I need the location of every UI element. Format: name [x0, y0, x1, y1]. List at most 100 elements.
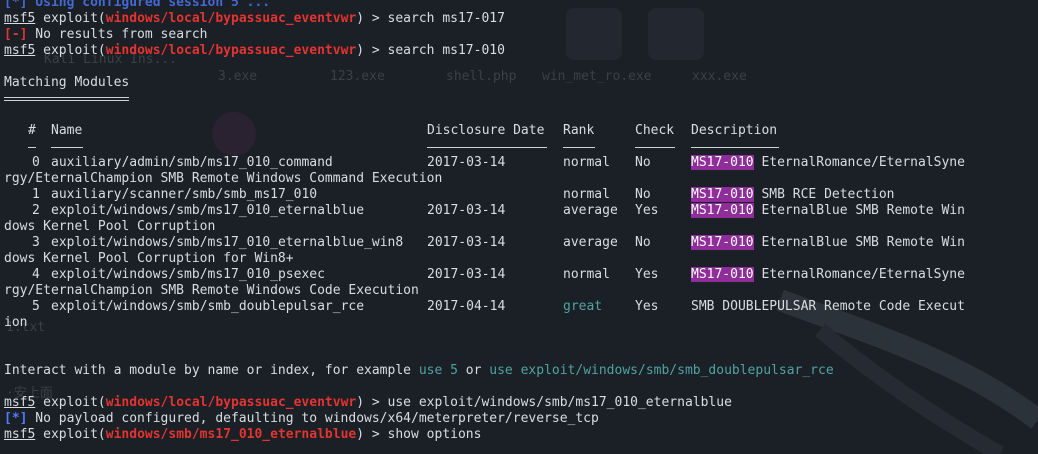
table-row: 3 exploit/windows/smb/ms17_010_eternalblu…	[4, 235, 1038, 251]
cell-num: 2	[32, 203, 40, 218]
description-wrap-text: rgy/EternalChampion SMB Remote Windows C…	[4, 171, 443, 186]
header-rule	[635, 147, 675, 148]
cell-date: 2017-04-14	[427, 299, 506, 314]
section-title-underline	[4, 91, 1038, 107]
cell-name: auxiliary/admin/smb/ms17_010_command	[51, 155, 333, 170]
prompt-line-current[interactable]: msf5 exploit(windows/smb/ms17_010_eterna…	[4, 427, 1038, 443]
cell-description: MS17-010 EternalRomance/EternalSyne	[691, 155, 965, 171]
cell-description: MS17-010 EternalRomance/EternalSyne	[691, 267, 965, 283]
prompt-exploit-word: exploit(	[43, 11, 106, 26]
cell-check: Yes	[635, 299, 659, 314]
table-header: # Name Disclosure Date Rank Check Descri…	[4, 123, 1038, 139]
cell-date: 2017-03-14	[427, 235, 506, 250]
cell-num: 5	[32, 299, 40, 314]
description-text: EternalBlue SMB Remote Win	[753, 235, 965, 250]
description-wrap-text: rgy/EternalChampion SMB Remote Windows C…	[4, 283, 419, 298]
table-row: 4 exploit/windows/smb/ms17_010_psexec 2017…	[4, 267, 1038, 283]
cell-rank: normal	[563, 187, 610, 202]
prompt-module-path: windows/local/bypassuac_eventvwr	[105, 395, 357, 410]
info-line: [*] No payload configured, defaulting to…	[4, 411, 1038, 427]
description-wrap-text: dows Kernel Pool Corruption	[4, 219, 216, 234]
cell-date: 2017-03-14	[427, 267, 506, 282]
msf-prompt-label: msf5	[4, 427, 36, 442]
terminal-output: [*] Using configured session 5 ... msf5 …	[4, 0, 1038, 443]
search-match-highlight: MS17-010	[691, 267, 754, 282]
command-input-text[interactable]: show options	[388, 427, 482, 442]
description-wrap-text: dows Kernel Pool Corruption for Win8+	[4, 251, 294, 266]
table-row-wrap: ion	[4, 315, 1038, 331]
interact-hint-use-full: use exploit/windows/smb/smb_doublepulsar…	[489, 363, 834, 378]
header-rule	[51, 147, 83, 148]
cell-check: Yes	[635, 203, 659, 218]
prompt-close: ) >	[356, 395, 388, 410]
command-text: search ms17-010	[387, 43, 505, 58]
cell-check: Yes	[635, 267, 659, 282]
search-match-highlight: MS17-010	[691, 187, 754, 202]
table-row-wrap: dows Kernel Pool Corruption for Win8+	[4, 251, 1038, 267]
header-name: Name	[51, 123, 83, 138]
info-text: No payload configured, defaulting to win…	[27, 411, 599, 426]
header-rule	[427, 147, 547, 148]
output-line-partial: [*] Using configured session 5 ...	[4, 0, 1038, 11]
search-match-highlight: MS17-010	[691, 235, 754, 250]
prompt-line: msf5 exploit(windows/local/bypassuac_eve…	[4, 395, 1038, 411]
cell-date: 2017-03-14	[427, 155, 506, 170]
header-rank: Rank	[563, 123, 595, 138]
prompt-exploit-word: exploit(	[43, 427, 106, 442]
header-description: Description	[691, 123, 778, 138]
cell-num: 3	[32, 235, 40, 250]
partial-line-text: [*] Using configured session 5 ...	[4, 0, 271, 10]
prompt-line: msf5 exploit(windows/local/bypassuac_eve…	[4, 43, 1038, 59]
interact-hint-line: Interact with a module by name or index,…	[4, 363, 1038, 379]
interact-hint-or: or	[457, 363, 490, 378]
description-text: EternalRomance/EternalSyne	[753, 155, 965, 170]
cell-rank: average	[563, 203, 618, 218]
terminal-window[interactable]: Kali Linux Ins... 3.exe 123.exe shell.ph…	[0, 0, 1038, 454]
header-check: Check	[635, 123, 675, 138]
heading-double-rule	[4, 97, 129, 101]
matching-modules-heading: Matching Modules	[4, 75, 130, 90]
description-wrap-text: ion	[4, 315, 28, 330]
cell-name: exploit/windows/smb/ms17_010_psexec	[51, 267, 325, 282]
interact-hint-text: Interact with a module by name or index,…	[4, 363, 419, 378]
cell-description: SMB DOUBLEPULSAR Remote Code Execut	[691, 299, 965, 315]
cell-date: 2017-03-14	[427, 203, 506, 218]
cell-description: MS17-010 EternalBlue SMB Remote Win	[691, 235, 965, 251]
cell-name: exploit/windows/smb/ms17_010_eternalblue…	[51, 235, 404, 250]
header-rule	[691, 147, 779, 148]
prompt-module-path: windows/local/bypassuac_eventvwr	[105, 11, 357, 26]
header-date: Disclosure Date	[427, 123, 545, 138]
command-text: search ms17-017	[387, 11, 505, 26]
description-text: SMB RCE Detection	[753, 187, 895, 202]
info-tag: [*]	[4, 411, 28, 426]
table-header-rules	[4, 139, 1038, 155]
cell-check: No	[635, 155, 651, 170]
table-row-wrap: rgy/EternalChampion SMB Remote Windows C…	[4, 283, 1038, 299]
cell-description: MS17-010 EternalBlue SMB Remote Win	[691, 203, 965, 219]
cell-num: 4	[32, 267, 40, 282]
modules-table-body: 0 auxiliary/admin/smb/ms17_010_command 201…	[4, 155, 1038, 331]
table-row: 2 exploit/windows/smb/ms17_010_eternalblu…	[4, 203, 1038, 219]
table-row: 1 auxiliary/scanner/smb/smb_ms17_010 norma…	[4, 187, 1038, 203]
prompt-exploit-word: exploit(	[43, 43, 106, 58]
description-text: EternalRomance/EternalSyne	[753, 267, 965, 282]
prompt-close: ) >	[356, 43, 388, 58]
error-tag: [-]	[4, 27, 28, 42]
search-match-highlight: MS17-010	[691, 155, 754, 170]
table-row-wrap: dows Kernel Pool Corruption	[4, 219, 1038, 235]
prompt-module-path: windows/local/bypassuac_eventvwr	[105, 43, 357, 58]
msf-prompt-label: msf5	[4, 43, 36, 58]
table-row: 5 exploit/windows/smb/smb_doublepulsar_rc…	[4, 299, 1038, 315]
header-num: #	[28, 123, 36, 138]
cell-name: auxiliary/scanner/smb/smb_ms17_010	[51, 187, 318, 202]
cell-check: No	[635, 235, 651, 250]
search-match-highlight: MS17-010	[691, 203, 754, 218]
cell-rank: normal	[563, 267, 610, 282]
prompt-close: ) >	[356, 11, 388, 26]
header-rule	[28, 147, 36, 148]
